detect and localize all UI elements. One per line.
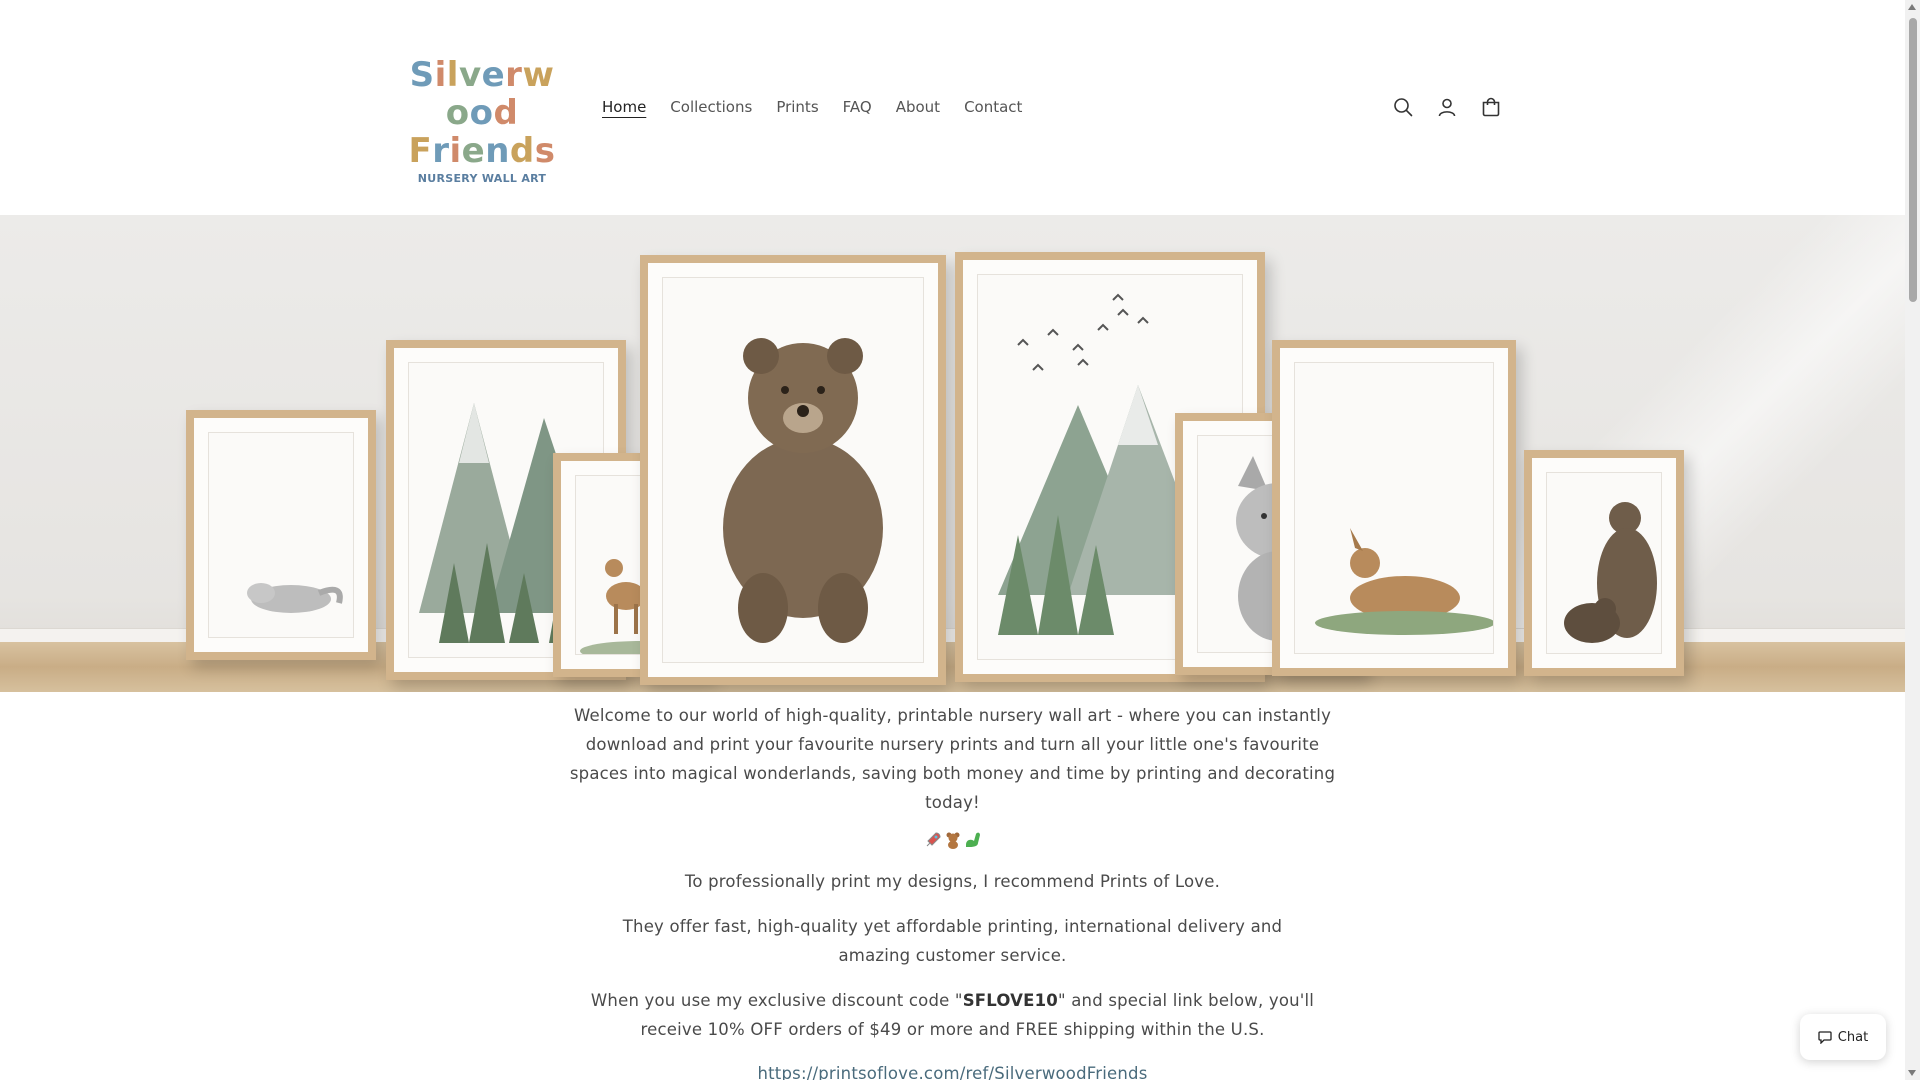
bear-cub-illustration: [1564, 502, 1657, 643]
discount-text: When you use my exclusive discount code …: [558, 986, 1348, 1044]
emoji-row: [0, 831, 1905, 851]
scroll-thumb[interactable]: [1909, 18, 1917, 302]
rocket-icon: [926, 832, 941, 847]
teddy-bear-icon: [946, 832, 959, 849]
header-icons: [1390, 94, 1504, 120]
page-scrollbar[interactable]: [1905, 0, 1920, 1080]
prints-of-love-link[interactable]: https://printsoflove.com/ref/SilverwoodF…: [757, 1064, 1147, 1080]
link-row: https://printsoflove.com/ref/SilverwoodF…: [0, 1059, 1905, 1080]
brand-logo[interactable]: Silverwood Friends NURSERY WALL ART: [402, 55, 562, 185]
chat-bubble-icon: [1818, 1031, 1832, 1044]
print-frame-fawn: [1272, 340, 1516, 676]
scroll-down-arrow[interactable]: [1908, 1070, 1916, 1076]
recommend-text: To professionally print my designs, I re…: [684, 872, 1221, 891]
print-frame-bear-cub: [1524, 450, 1684, 676]
dinosaur-icon: [965, 832, 980, 847]
welcome-text: Welcome to our world of high-quality, pr…: [569, 706, 1336, 812]
discount-prefix: When you use my exclusive discount code …: [590, 991, 963, 1010]
bear-illustration: [723, 338, 883, 643]
cart-icon[interactable]: [1478, 94, 1504, 120]
scroll-up-arrow[interactable]: [1908, 4, 1916, 10]
logo-subtitle: NURSERY WALL ART: [417, 172, 547, 185]
fawn-illustration: [1315, 528, 1493, 635]
print-frame-bear: [640, 255, 946, 685]
offer-text: They offer fast, high-quality yet afford…: [622, 917, 1283, 965]
logo-line-2: Friends: [408, 131, 556, 171]
hero-banner: [0, 215, 1905, 692]
nav-contact[interactable]: Contact: [952, 94, 1034, 120]
chat-label: Chat: [1837, 1029, 1869, 1045]
fox-illustration: [247, 583, 343, 613]
search-icon[interactable]: [1390, 94, 1416, 120]
site-header: Silverwood Friends NURSERY WALL ART Home…: [0, 0, 1905, 215]
discount-code: SFLOVE10: [962, 991, 1058, 1010]
intro-section: Welcome to our world of high-quality, pr…: [0, 692, 1905, 1080]
nav-home[interactable]: Home: [590, 94, 658, 120]
nav-about[interactable]: About: [884, 94, 952, 120]
nav-prints[interactable]: Prints: [764, 94, 830, 120]
nav-faq[interactable]: FAQ: [831, 94, 884, 120]
main-nav: Home Collections Prints FAQ About Contac…: [590, 94, 1034, 120]
nav-collections[interactable]: Collections: [658, 94, 764, 120]
chat-button[interactable]: Chat: [1800, 1014, 1886, 1060]
account-icon[interactable]: [1434, 94, 1460, 120]
logo-line-1: Silverwood: [409, 55, 555, 133]
print-frame-fox: [186, 410, 376, 660]
